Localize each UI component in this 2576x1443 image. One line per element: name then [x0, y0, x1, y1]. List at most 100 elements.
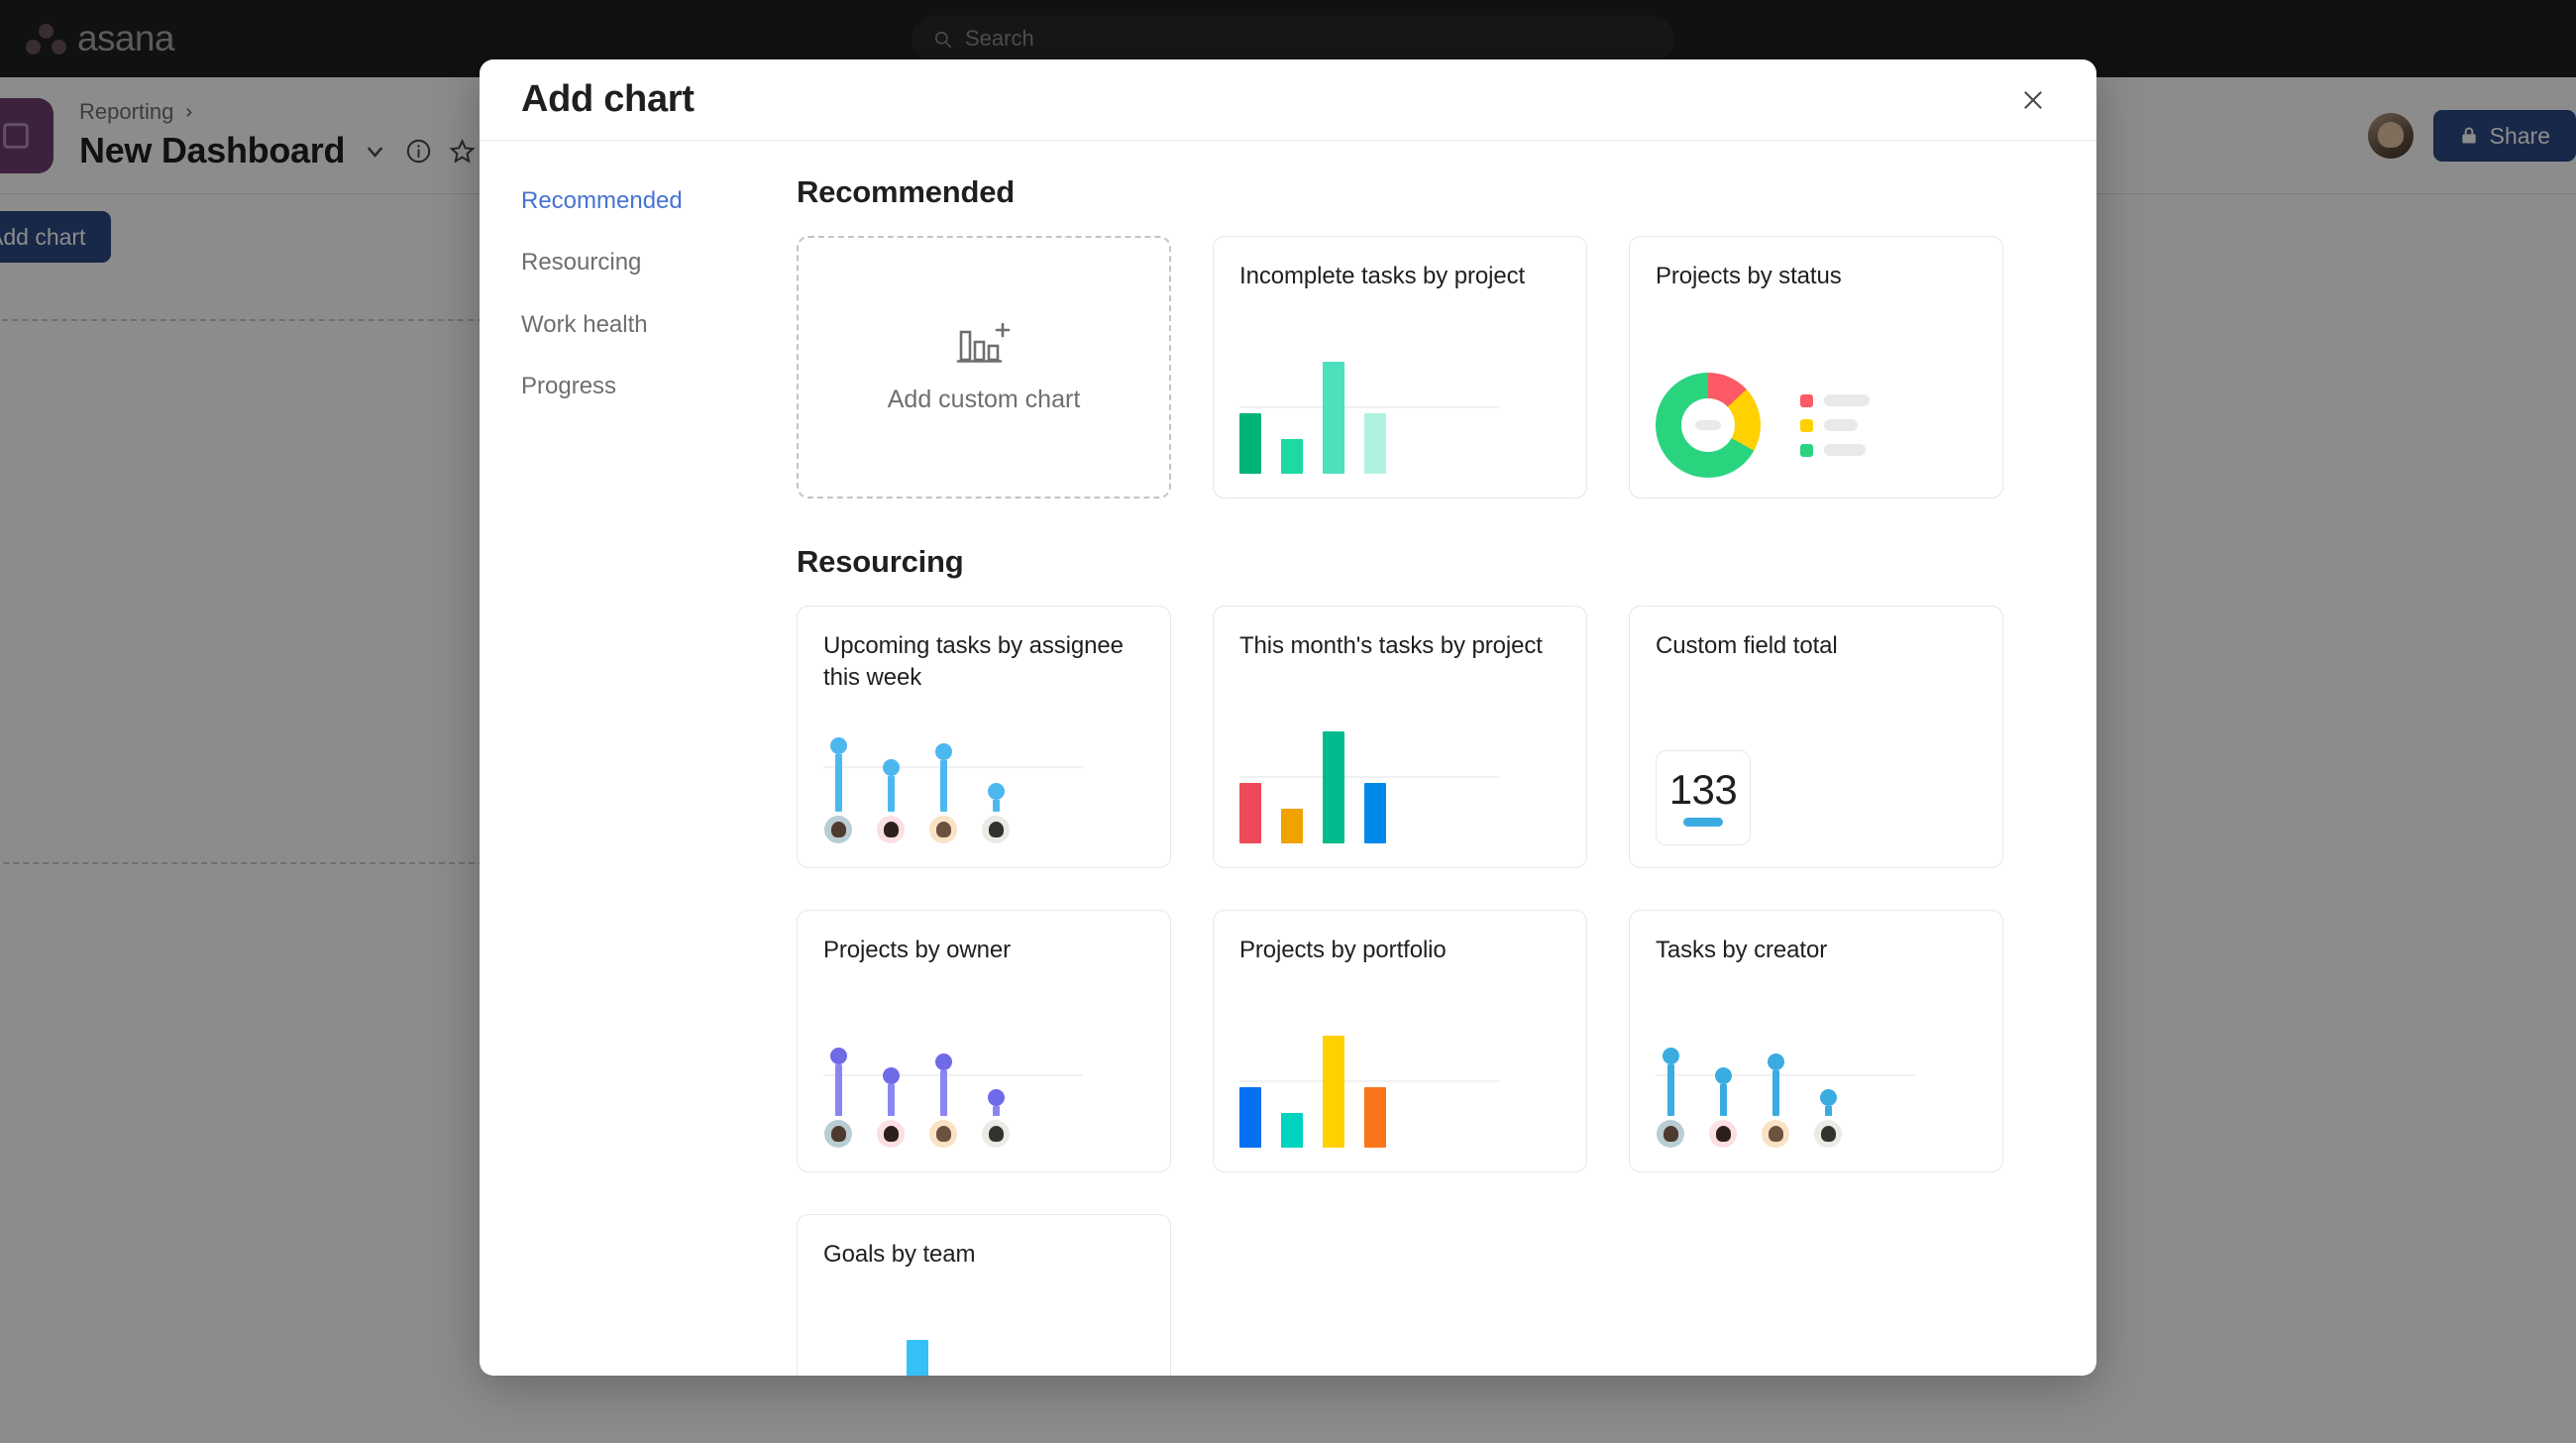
section-resourcing: Resourcing Upcoming tasks by assignee th… [797, 544, 2057, 1376]
avatar [1709, 1120, 1737, 1148]
bar [1281, 438, 1303, 474]
card-add-custom-chart-label: Add custom chart [887, 386, 1081, 413]
donut [1656, 373, 1761, 478]
section-title: Resourcing [797, 544, 964, 579]
close-button[interactable] [2009, 76, 2057, 124]
lollipop [981, 1031, 1011, 1148]
avatar [877, 1120, 905, 1148]
modal-body: Recommended Resourcing Work health Progr… [480, 141, 2096, 1376]
bar-series [823, 1335, 970, 1376]
avatar [824, 816, 852, 843]
bar [1364, 1086, 1386, 1148]
bar-series [1239, 1031, 1386, 1148]
card-incomplete-tasks-by-project[interactable]: Incomplete tasks by project [1213, 236, 1587, 499]
bar-series [1239, 726, 1386, 843]
legend-label-placeholder [1824, 394, 1870, 406]
card-projects-by-owner[interactable]: Projects by owner [797, 910, 1171, 1172]
card-this-months-tasks-by-project[interactable]: This month's tasks by project [1213, 606, 1587, 868]
avatar [824, 1120, 852, 1148]
card-title: Projects by owner [823, 937, 1012, 963]
card-grid: Upcoming tasks by assignee this week Thi… [797, 606, 2057, 1376]
card-title: Custom field total [1656, 632, 1838, 659]
card-title: Tasks by creator [1656, 937, 1828, 963]
bar-series [1239, 357, 1386, 474]
legend-label-placeholder [1824, 444, 1866, 456]
bar [1364, 782, 1386, 843]
donut-legend [1800, 393, 1870, 457]
card-title: Projects by status [1656, 263, 1842, 289]
modal-content: Recommended Add custom chart Incomplete … [779, 141, 2096, 1376]
lollipop-series [1656, 1031, 1843, 1148]
avatar [929, 816, 957, 843]
lollipop [1708, 1031, 1738, 1148]
mini-lollipop-chart [1656, 1031, 1953, 1148]
lollipop [981, 717, 1011, 843]
section-title: Recommended [797, 174, 1016, 209]
lollipop [823, 1031, 853, 1148]
mini-bar-chart [823, 1335, 1121, 1376]
card-title: Projects by portfolio [1239, 937, 1447, 963]
bar-chart-plus-icon [956, 322, 1011, 363]
sidebar-item-work-health[interactable]: Work health [521, 311, 779, 338]
card-custom-field-total[interactable]: Custom field total 133 [1629, 606, 2003, 868]
lollipop [1761, 1031, 1790, 1148]
legend-item [1800, 443, 1870, 457]
donut-center-bar [1695, 420, 1721, 430]
avatar [1657, 1120, 1684, 1148]
mini-donut-chart [1656, 373, 1870, 478]
card-projects-by-status[interactable]: Projects by status [1629, 236, 2003, 499]
sidebar-item-progress[interactable]: Progress [521, 373, 779, 399]
mini-lollipop-chart [823, 1031, 1121, 1148]
legend-swatch [1800, 393, 1813, 407]
bar [1239, 1086, 1261, 1148]
card-goals-by-team[interactable]: Goals by team [797, 1214, 1171, 1376]
bar [907, 1339, 928, 1376]
avatar [929, 1120, 957, 1148]
lollipop [876, 717, 906, 843]
sidebar-item-resourcing[interactable]: Resourcing [521, 249, 779, 276]
lollipop [823, 717, 853, 843]
modal-header: Add chart [480, 59, 2096, 141]
card-title: This month's tasks by project [1239, 632, 1543, 659]
bar [1323, 730, 1344, 843]
lollipop [928, 717, 958, 843]
lollipop [876, 1031, 906, 1148]
avatar [1814, 1120, 1842, 1148]
card-upcoming-tasks-by-assignee[interactable]: Upcoming tasks by assignee this week [797, 606, 1171, 868]
card-title: Upcoming tasks by assignee this week [823, 632, 1124, 691]
card-projects-by-portfolio[interactable]: Projects by portfolio [1213, 910, 1587, 1172]
bar [1239, 412, 1261, 474]
sidebar-item-recommended[interactable]: Recommended [521, 187, 779, 214]
mini-bar-chart [1239, 1031, 1537, 1148]
metric-box: 133 [1656, 750, 1751, 845]
bar [1323, 1035, 1344, 1148]
bar [1281, 808, 1303, 843]
avatar [877, 816, 905, 843]
legend-swatch [1800, 418, 1813, 432]
card-tasks-by-creator[interactable]: Tasks by creator [1629, 910, 2003, 1172]
close-icon [2024, 90, 2042, 109]
bar [1323, 361, 1344, 474]
mini-lollipop-chart [823, 717, 1121, 843]
avatar [1762, 1120, 1789, 1148]
legend-label-placeholder [1824, 419, 1858, 431]
add-chart-modal: Add chart Recommended Resourcing Work he… [480, 59, 2096, 1376]
legend-swatch [1800, 443, 1813, 457]
card-grid: Add custom chart Incomplete tasks by pro… [797, 236, 2057, 499]
metric-value: 133 [1668, 766, 1738, 813]
lollipop-series [823, 1031, 1011, 1148]
legend-item [1800, 393, 1870, 407]
bar [1364, 412, 1386, 474]
mini-bar-chart [1239, 357, 1537, 474]
card-add-custom-chart[interactable]: Add custom chart [797, 236, 1171, 499]
bar [1281, 1112, 1303, 1148]
metric-underline [1683, 818, 1723, 827]
modal-title: Add chart [521, 78, 695, 120]
lollipop [1813, 1031, 1843, 1148]
lollipop [928, 1031, 958, 1148]
lollipop [1656, 1031, 1685, 1148]
section-recommended: Recommended Add custom chart Incomplete … [797, 174, 2057, 499]
card-title: Goals by team [823, 1241, 976, 1268]
mini-bar-chart [1239, 726, 1537, 843]
avatar [982, 1120, 1010, 1148]
